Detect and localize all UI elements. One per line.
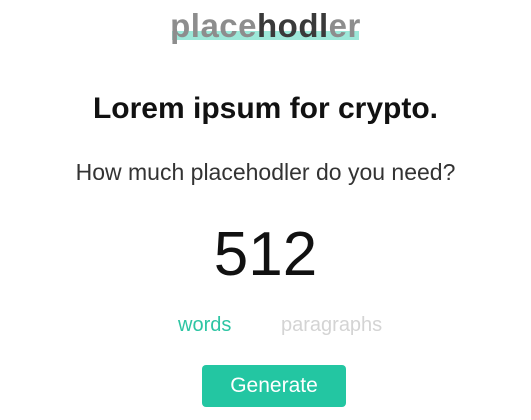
logo-text-dark: hodl (257, 7, 329, 44)
unit-toggle: words paragraphs (0, 310, 531, 340)
unit-option-paragraphs[interactable]: paragraphs (281, 310, 382, 340)
page: placehodler Lorem ipsum for crypto. How … (0, 0, 531, 420)
page-title: Lorem ipsum for crypto. (92, 92, 439, 125)
generate-button[interactable]: Generate (202, 365, 346, 407)
logo-wordmark[interactable]: placehodler (170, 6, 361, 46)
logo-text-light-end: er (328, 7, 361, 44)
question-text: How much placehodler do you need? (75, 159, 456, 185)
word-count-value[interactable]: 512 (0, 219, 531, 291)
logo-text-light: place (170, 7, 258, 44)
logo[interactable]: placehodler (0, 6, 531, 46)
unit-option-words[interactable]: words (178, 310, 231, 340)
logo-text: placehodler (170, 7, 361, 44)
